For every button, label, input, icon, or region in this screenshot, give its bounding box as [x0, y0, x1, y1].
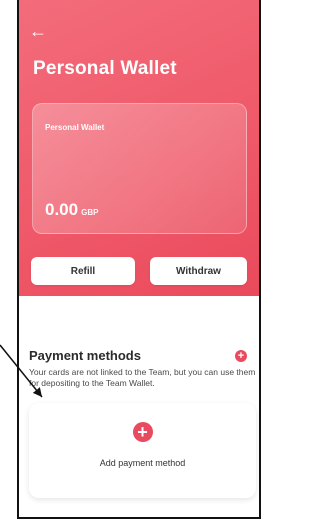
back-arrow-icon[interactable]: ← — [29, 22, 47, 40]
wallet-balance: 0.00 GBP — [45, 200, 98, 220]
refill-button[interactable]: Refill — [31, 257, 135, 285]
payment-methods-description: Your cards are not linked to the Team, b… — [29, 367, 256, 388]
payment-methods-section: Payment methods + Your cards are not lin… — [19, 296, 259, 517]
add-payment-method-card[interactable]: + Add payment method — [29, 403, 256, 498]
wallet-card: Personal Wallet 0.00 GBP — [32, 103, 247, 234]
wallet-card-label: Personal Wallet — [45, 123, 105, 132]
wallet-header: ← Personal Wallet Personal Wallet 0.00 GB… — [19, 0, 259, 296]
wallet-balance-amount: 0.00 — [45, 200, 79, 219]
page-title: Personal Wallet — [33, 58, 177, 79]
payment-methods-title: Payment methods — [29, 348, 141, 363]
add-payment-method-plus-icon[interactable]: + — [235, 350, 247, 362]
add-payment-method-label: Add payment method — [99, 458, 186, 468]
app-frame: ← Personal Wallet Personal Wallet 0.00 GB… — [17, 0, 261, 519]
wallet-balance-currency: GBP — [81, 208, 99, 217]
withdraw-button[interactable]: Withdraw — [150, 257, 247, 285]
add-payment-method-icon: + — [132, 422, 153, 442]
